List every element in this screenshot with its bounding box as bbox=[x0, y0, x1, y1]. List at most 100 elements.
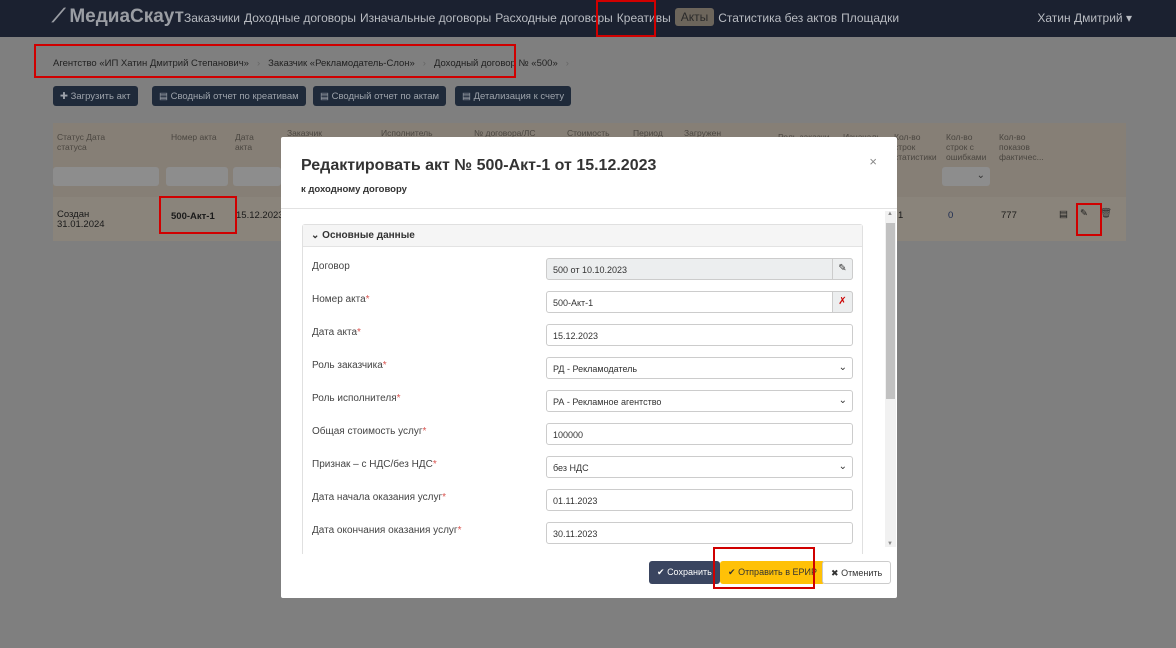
field-label: Общая стоимость услуг* bbox=[312, 426, 426, 437]
field-label-text: Роль заказчика bbox=[312, 360, 383, 371]
highlight-acts-nav bbox=[596, 0, 656, 37]
highlight-send-button bbox=[713, 547, 815, 589]
scrollbar[interactable]: ▲ ▼ bbox=[885, 211, 896, 547]
field-input[interactable]: 100000 bbox=[546, 423, 853, 445]
field-label: Дата окончания оказания услуг* bbox=[312, 525, 461, 536]
chevron-down-icon: ⌄ bbox=[838, 362, 847, 373]
close-icon[interactable]: × bbox=[869, 154, 877, 169]
scroll-down-icon[interactable]: ▼ bbox=[887, 541, 893, 547]
field-label: Дата начала оказания услуг* bbox=[312, 492, 446, 503]
field-label-text: Дата начала оказания услуг bbox=[312, 492, 443, 503]
highlight-breadcrumb bbox=[34, 44, 516, 78]
acts-report-button[interactable]: ▤ Сводный отчет по актам bbox=[313, 86, 447, 106]
field-label: Признак – с НДС/без НДС* bbox=[312, 459, 437, 470]
check-icon: ✔ bbox=[657, 567, 665, 577]
col-stat-rows[interactable]: Кол-во строк статистики bbox=[894, 132, 938, 162]
nav-acts[interactable]: Акты bbox=[674, 8, 715, 26]
nav-customers[interactable]: Заказчики bbox=[184, 10, 240, 26]
row-error-rows: 0 bbox=[948, 210, 954, 221]
field-value: 100000 bbox=[553, 430, 584, 440]
file-icon: ▤ bbox=[462, 91, 471, 102]
field-input[interactable]: 500-Акт-1 ✗ bbox=[546, 291, 853, 313]
user-menu[interactable]: Хатин Дмитрий ▾ bbox=[1037, 11, 1132, 25]
field-value: 01.11.2023 bbox=[553, 496, 598, 506]
required-mark: * bbox=[457, 525, 462, 536]
invoice-detail-button[interactable]: ▤ Детализация к счету bbox=[455, 86, 572, 106]
field-label: Договор bbox=[312, 261, 350, 272]
caret-down-icon: ▾ bbox=[1125, 11, 1132, 25]
highlight-act-number bbox=[159, 196, 237, 234]
field-label: Роль заказчика* bbox=[312, 360, 387, 371]
scrollbar-thumb[interactable] bbox=[886, 223, 895, 399]
field-value: 500 от 10.10.2023 bbox=[553, 265, 627, 275]
modal-title: Редактировать акт № 500-Акт-1 от 15.12.2… bbox=[301, 157, 657, 174]
field-value: РА - Рекламное агентство bbox=[553, 397, 662, 407]
filter-error-rows[interactable]: ⌄ bbox=[942, 167, 990, 186]
scroll-up-icon[interactable]: ▲ bbox=[887, 211, 893, 217]
field-label-text: Дата акта bbox=[312, 327, 357, 338]
chevron-down-icon: ⌄ bbox=[838, 395, 847, 406]
field-label: Роль исполнителя* bbox=[312, 393, 401, 404]
field-label-text: Дата окончания оказания услуг bbox=[312, 525, 458, 536]
field-input[interactable]: 500 от 10.10.2023 ✎ bbox=[546, 258, 853, 280]
save-button[interactable]: ✔ Сохранить bbox=[649, 561, 720, 584]
col-impressions[interactable]: Кол-во показов фактичес... bbox=[999, 132, 1047, 162]
row-status-date: 31.01.2024 bbox=[57, 219, 105, 230]
regenerate-off-icon[interactable]: ✗ bbox=[832, 291, 853, 313]
col-number[interactable]: Номер акта bbox=[171, 132, 217, 142]
row-act-date: 15.12.2023 bbox=[236, 210, 284, 221]
filter-date[interactable] bbox=[233, 167, 281, 186]
chevron-down-icon: ⌄ bbox=[311, 230, 320, 241]
cancel-button[interactable]: ✖ Отменить bbox=[822, 561, 892, 584]
required-mark: * bbox=[357, 327, 361, 338]
required-mark: * bbox=[432, 459, 437, 470]
field-select[interactable]: РД - Рекламодатель ⌄ bbox=[546, 357, 853, 379]
nav-income-contracts[interactable]: Доходные договоры bbox=[244, 10, 356, 26]
field-input[interactable]: 01.11.2023 bbox=[546, 489, 853, 511]
required-mark: * bbox=[382, 360, 387, 371]
chevron-down-icon: ⌄ bbox=[976, 170, 985, 181]
nav-initial-contracts[interactable]: Изначальные договоры bbox=[360, 10, 491, 26]
file-icon: ▤ bbox=[159, 91, 168, 102]
divider bbox=[281, 208, 897, 209]
field-label: Дата акта* bbox=[312, 327, 361, 338]
edit-act-modal: Редактировать акт № 500-Акт-1 от 15.12.2… bbox=[281, 137, 897, 598]
brand-logo[interactable]: ⟋ МедиаСкаут bbox=[52, 6, 184, 28]
filter-number[interactable] bbox=[166, 167, 228, 186]
field-value: 15.12.2023 bbox=[553, 331, 599, 341]
required-mark: * bbox=[396, 393, 401, 404]
document-icon[interactable]: ▤ bbox=[1059, 209, 1068, 220]
field-value: РД - Рекламодатель bbox=[553, 364, 638, 374]
edit-pencil-icon[interactable]: ✎ bbox=[832, 258, 853, 280]
col-status[interactable]: Статус Дата статуса bbox=[57, 132, 127, 152]
filter-status[interactable] bbox=[53, 167, 159, 186]
logo-icon: ⟋ bbox=[52, 6, 66, 27]
col-date[interactable]: Дата акта bbox=[235, 132, 263, 152]
nav-stats-without-acts[interactable]: Статистика без актов bbox=[718, 10, 837, 26]
close-icon: ✖ bbox=[831, 568, 839, 578]
upload-act-button[interactable]: ✚ Загрузить акт bbox=[53, 86, 138, 106]
modal-subtitle: к доходному договору bbox=[301, 184, 407, 195]
required-mark: * bbox=[365, 294, 370, 305]
required-mark: * bbox=[442, 492, 447, 503]
field-input[interactable]: 15.12.2023 bbox=[546, 324, 853, 346]
highlight-edit-icon bbox=[1076, 203, 1102, 236]
nav-platforms[interactable]: Площадки bbox=[841, 10, 899, 26]
field-label-text: Общая стоимость услуг bbox=[312, 426, 423, 437]
col-error-rows[interactable]: Кол-во строк с ошибками bbox=[946, 132, 990, 162]
field-value: 30.11.2023 bbox=[553, 529, 598, 539]
row-stat-rows: 1 bbox=[898, 210, 904, 221]
field-select[interactable]: без НДС ⌄ bbox=[546, 456, 853, 478]
field-input[interactable]: 30.11.2023 bbox=[546, 522, 853, 544]
section-header[interactable]: ⌄ Основные данные bbox=[303, 225, 862, 247]
creatives-report-button[interactable]: ▤ Сводный отчет по креативам bbox=[152, 86, 306, 106]
chevron-down-icon: ⌄ bbox=[838, 461, 847, 472]
field-select[interactable]: РА - Рекламное агентство ⌄ bbox=[546, 390, 853, 412]
required-mark: * bbox=[422, 426, 427, 437]
file-icon: ▤ bbox=[320, 91, 329, 102]
row-impressions: 777 bbox=[1001, 210, 1017, 221]
field-value: без НДС bbox=[553, 463, 589, 473]
field-label-text: Роль исполнителя bbox=[312, 393, 397, 404]
top-navbar: ⟋ МедиаСкаут Заказчики Доходные договоры … bbox=[0, 0, 1176, 37]
field-value: 500-Акт-1 bbox=[553, 298, 594, 308]
